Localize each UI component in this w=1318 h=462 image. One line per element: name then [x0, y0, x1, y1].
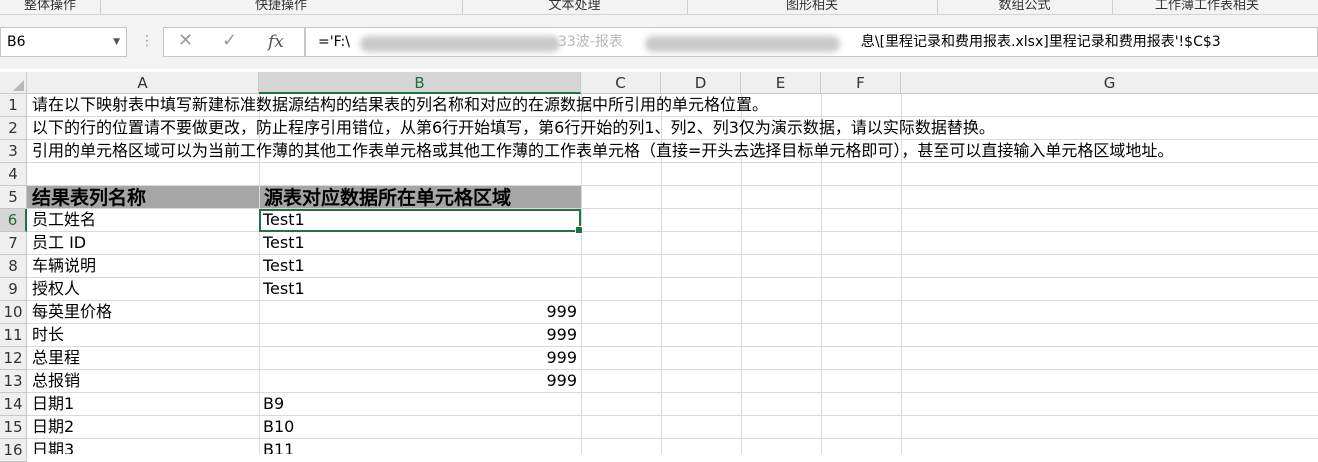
cell-a13[interactable]: 总报销: [32, 370, 80, 392]
formula-text-middle: 33波-报表: [557, 34, 623, 50]
row-header-4[interactable]: 4: [0, 163, 27, 186]
cell-b9[interactable]: Test1: [263, 278, 305, 300]
cell-a14[interactable]: 日期1: [32, 393, 74, 415]
chevron-down-icon[interactable]: ▼: [113, 28, 120, 56]
column-header-b[interactable]: B: [259, 72, 581, 94]
ribbon-group-graphics[interactable]: 图形相关: [687, 0, 938, 14]
fill-handle[interactable]: [575, 226, 583, 234]
cell-a9[interactable]: 授权人: [32, 278, 80, 300]
cell-a6[interactable]: 员工姓名: [32, 209, 96, 231]
cell-grid[interactable]: 请在以下映射表中填写新建标准数据源结构的结果表的列名称和对应的在源数据中所引用的…: [27, 94, 1318, 454]
cell-b7[interactable]: Test1: [263, 232, 305, 254]
cell-a10[interactable]: 每英里价格: [32, 301, 112, 323]
name-box-value: B6: [7, 34, 26, 50]
cell-a7[interactable]: 员工 ID: [32, 232, 86, 254]
cell-a15[interactable]: 日期2: [32, 416, 74, 438]
cell-b10[interactable]: 999: [263, 301, 577, 323]
ribbon-group-text[interactable]: 文本处理: [462, 0, 688, 14]
row-header-14[interactable]: 14: [0, 393, 27, 416]
row-header-15[interactable]: 15: [0, 416, 27, 439]
cell-b11[interactable]: 999: [263, 324, 577, 346]
row-header-16[interactable]: 16: [0, 439, 27, 462]
column-header-a[interactable]: A: [27, 72, 259, 94]
formula-text-end: 息\[里程记录和费用报表.xlsx]里程记录和费用报表'!$C$3: [860, 34, 1221, 50]
row-header-8[interactable]: 8: [0, 255, 27, 278]
column-header-f[interactable]: F: [821, 72, 901, 94]
ribbon-group-overall[interactable]: 整体操作: [0, 0, 101, 14]
row-header-7[interactable]: 7: [0, 232, 27, 255]
cell-b8[interactable]: Test1: [263, 255, 305, 277]
cell-a12[interactable]: 总里程: [32, 347, 80, 369]
name-box[interactable]: B6 ▼: [0, 27, 127, 57]
instruction-line-3[interactable]: 引用的单元格区域可以为当前工作薄的其他工作表单元格或其他工作薄的工作表单元格（直…: [32, 140, 1173, 162]
row-header-5[interactable]: 5: [0, 186, 27, 209]
instruction-line-1[interactable]: 请在以下映射表中填写新建标准数据源结构的结果表的列名称和对应的在源数据中所引用的…: [32, 94, 768, 116]
ribbon-group-workbook[interactable]: 工作薄工作表相关: [1112, 0, 1302, 14]
close-icon[interactable]: ✕: [178, 30, 193, 51]
column-header-g[interactable]: G: [901, 72, 1318, 94]
formula-text-start: ='F:\: [318, 34, 350, 50]
column-header-d[interactable]: D: [661, 72, 741, 94]
header-source-cell-range[interactable]: 源表对应数据所在单元格区域: [264, 186, 511, 210]
cell-b14[interactable]: B9: [263, 393, 284, 415]
cell-a8[interactable]: 车辆说明: [32, 255, 96, 277]
row-header-1[interactable]: 1: [0, 94, 27, 117]
redacted-region: [645, 36, 840, 52]
cell-b16[interactable]: B11: [263, 439, 294, 454]
cell-b12[interactable]: 999: [263, 347, 577, 369]
row-header-3[interactable]: 3: [0, 140, 27, 163]
cell-a11[interactable]: 时长: [32, 324, 64, 346]
select-all-button[interactable]: [0, 72, 27, 94]
row-header-11[interactable]: 11: [0, 324, 27, 347]
active-cell-selection[interactable]: [259, 209, 583, 234]
column-header-c[interactable]: C: [581, 72, 661, 94]
column-header-e[interactable]: E: [741, 72, 821, 94]
cell-a16[interactable]: 日期3: [32, 439, 74, 454]
redacted-region: [360, 36, 560, 52]
ribbon-group-array[interactable]: 数组公式: [937, 0, 1113, 14]
instruction-line-2[interactable]: 以下的行的位置请不要做更改，防止程序引用错位，从第6行开始填写，第6行开始的列1…: [32, 117, 995, 139]
fx-icon[interactable]: fx: [268, 32, 284, 52]
cell-b13[interactable]: 999: [263, 370, 577, 392]
header-result-column-name[interactable]: 结果表列名称: [32, 186, 146, 210]
drag-handle-icon[interactable]: ⋮: [140, 33, 154, 49]
row-header-12[interactable]: 12: [0, 347, 27, 370]
checkmark-icon[interactable]: ✓: [222, 30, 237, 51]
ribbon-tabs: 整体操作 快捷操作 文本处理 图形相关 数组公式 工作薄工作表相关: [0, 0, 1318, 15]
row-header-10[interactable]: 10: [0, 301, 27, 324]
row-header-9[interactable]: 9: [0, 278, 27, 301]
formula-buttons: ✕ ✓ fx: [163, 27, 305, 57]
row-header-13[interactable]: 13: [0, 370, 27, 393]
cell-b15[interactable]: B10: [263, 416, 294, 438]
formula-bar: B6 ▼ ⋮ ✕ ✓ fx ='F:\ 33波-报表 息\[里程记录和费用报表.xl…: [0, 15, 1318, 69]
row-header-2[interactable]: 2: [0, 117, 27, 140]
ribbon-group-quick[interactable]: 快捷操作: [100, 0, 463, 14]
row-header-6[interactable]: 6: [0, 209, 27, 232]
